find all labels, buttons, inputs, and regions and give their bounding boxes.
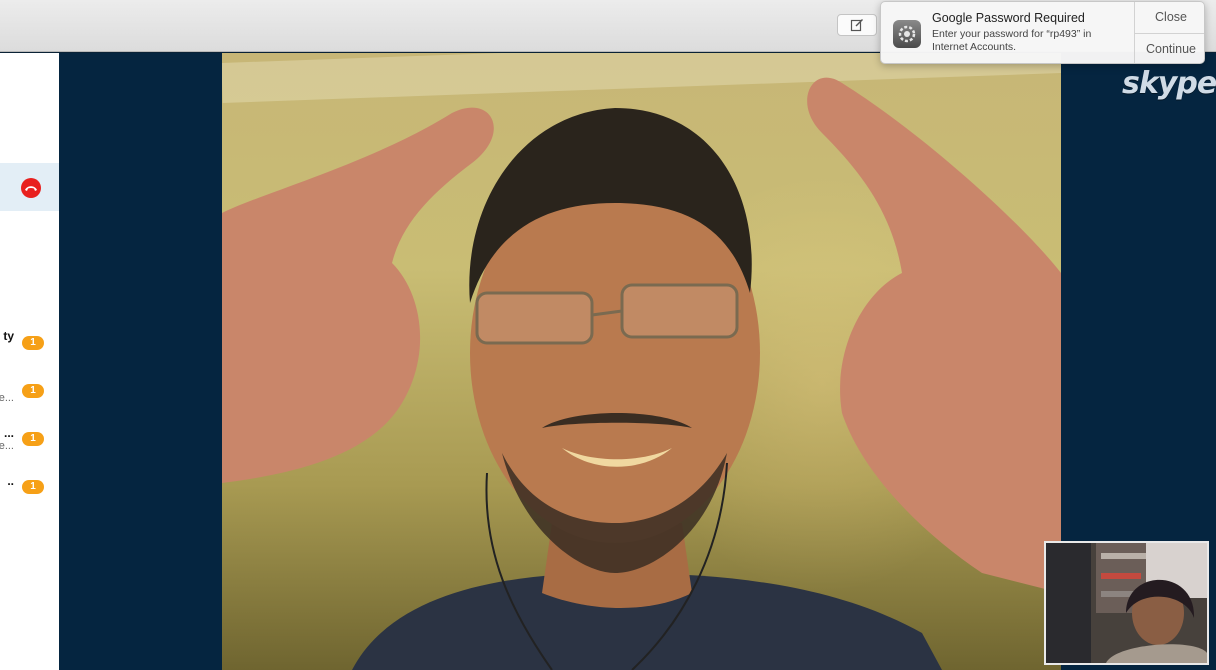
- password-notification[interactable]: Google Password Required Enter your pass…: [880, 1, 1205, 64]
- list-item-name: ...: [3, 426, 14, 440]
- hang-up-icon[interactable]: [21, 178, 41, 198]
- unread-badge: 1: [22, 432, 44, 446]
- list-item-name: ..: [7, 474, 14, 488]
- list-item-subtitle: e...: [0, 392, 14, 404]
- continue-button[interactable]: Continue: [1135, 33, 1204, 63]
- recents-sidebar: ty 1 e... 1 ... e... 1 .. 1: [0, 53, 59, 670]
- remote-participant-video: [222, 53, 1061, 670]
- list-item-name: ty: [3, 329, 14, 343]
- notification-body: Enter your password for “rp493” in Inter…: [932, 28, 1092, 53]
- system-preferences-icon: [893, 20, 921, 48]
- unread-badge: 1: [22, 480, 44, 494]
- compose-button[interactable]: [837, 14, 877, 36]
- notification-title: Google Password Required: [932, 11, 1085, 25]
- notification-actions: Close Continue: [1134, 2, 1204, 63]
- skype-logo: skype: [1122, 66, 1216, 101]
- unread-badge: 1: [22, 384, 44, 398]
- close-button[interactable]: Close: [1135, 2, 1204, 33]
- list-item-subtitle: e...: [0, 440, 14, 452]
- compose-icon: [850, 19, 863, 32]
- unread-badge: 1: [22, 336, 44, 350]
- self-view-preview[interactable]: [1044, 541, 1209, 665]
